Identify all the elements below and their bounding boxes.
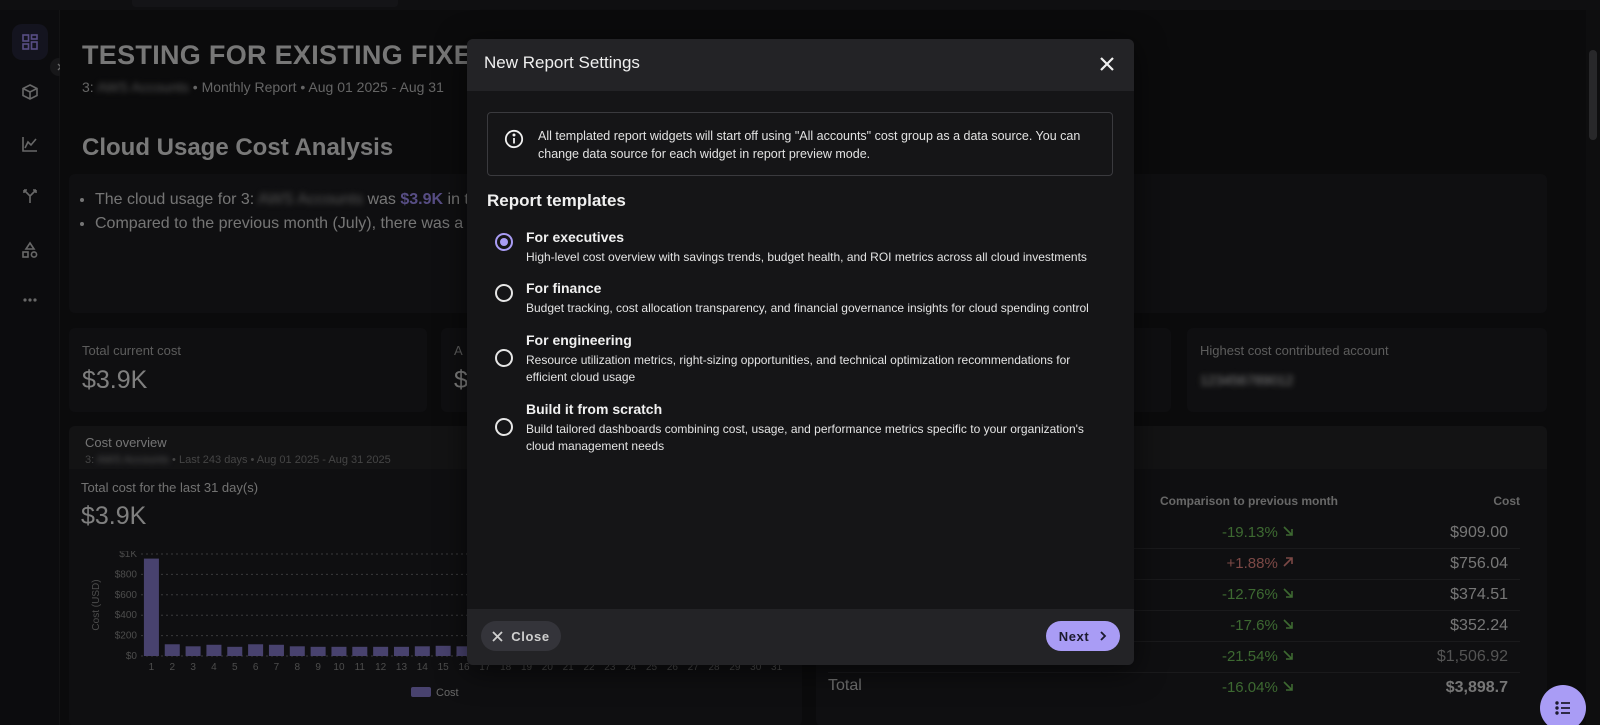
info-text: All templated report widgets will start …: [538, 129, 1081, 161]
next-button-label: Next: [1058, 628, 1090, 644]
report-templates-heading: Report templates: [487, 191, 626, 210]
option-title: For engineering: [526, 332, 632, 348]
info-icon: [504, 129, 524, 154]
modal-close-icon[interactable]: [1096, 53, 1118, 75]
radio-button[interactable]: [495, 233, 513, 251]
option-description: Resource utilization metrics, right-sizi…: [526, 353, 1071, 384]
list-menu-fab-icon[interactable]: [1540, 685, 1586, 725]
radio-button[interactable]: [495, 418, 513, 436]
modal-header: New Report Settings: [467, 39, 1134, 91]
next-button[interactable]: Next: [1046, 621, 1120, 651]
option-description: Budget tracking, cost allocation transpa…: [526, 301, 1089, 315]
modal-footer: Close Next: [467, 609, 1134, 665]
modal-title: New Report Settings: [484, 53, 640, 72]
close-button-label: Close: [511, 628, 550, 644]
option-title: Build it from scratch: [526, 401, 663, 417]
option-title: For finance: [526, 280, 602, 296]
radio-button[interactable]: [495, 349, 513, 367]
radio-button[interactable]: [495, 284, 513, 302]
option-title: For executives: [526, 229, 625, 245]
chevron-right-icon: [1100, 631, 1107, 641]
option-description: High-level cost overview with savings tr…: [526, 250, 1087, 264]
new-report-settings-modal: New Report Settings All templated report…: [467, 39, 1134, 665]
option-description: Build tailored dashboards combining cost…: [526, 422, 1084, 453]
close-button[interactable]: Close: [481, 621, 561, 651]
close-x-icon: [492, 630, 503, 642]
info-notice: All templated report widgets will start …: [487, 112, 1113, 176]
